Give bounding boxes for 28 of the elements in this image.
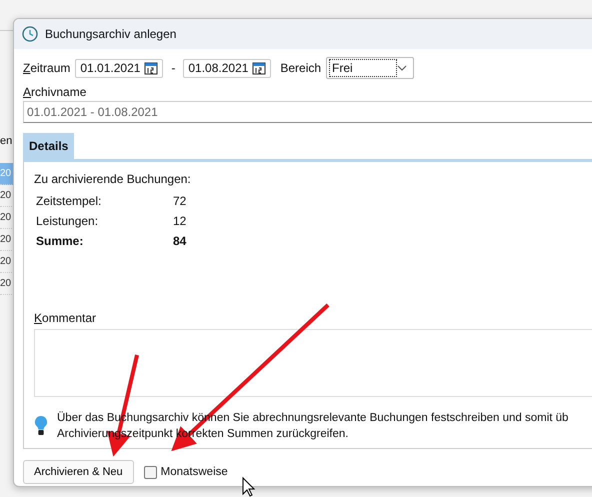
lightbulb-icon bbox=[34, 415, 48, 437]
bereich-dropdown[interactable]: Frei bbox=[326, 57, 414, 79]
column-label: en bbox=[0, 135, 14, 147]
count-value: 84 bbox=[173, 234, 186, 248]
archivname-label: Archivname bbox=[23, 85, 88, 99]
date-field[interactable]: 01.01.2021 bbox=[75, 58, 164, 78]
range-separator: - bbox=[171, 61, 176, 75]
chevron-down-icon[interactable] bbox=[397, 65, 408, 71]
kommentar-label: Kommentar bbox=[34, 311, 98, 325]
kommentar-field[interactable] bbox=[34, 329, 592, 397]
zeitraum-label: Zeitraum bbox=[23, 61, 70, 75]
count-value: 72 bbox=[173, 194, 186, 208]
checkbox[interactable] bbox=[144, 466, 157, 478]
calendar-icon[interactable] bbox=[252, 61, 266, 75]
calendar-icon[interactable] bbox=[144, 61, 158, 75]
monatsweise-label: Monatsweise bbox=[160, 466, 228, 478]
details-heading: Zu archivierende Buchungen: bbox=[34, 172, 192, 186]
count-value: 12 bbox=[173, 214, 186, 228]
date-field[interactable]: 01.08.2021 bbox=[183, 58, 272, 78]
count-label: Leistungen: bbox=[36, 214, 100, 228]
window-title: Buchungsarchiv anlegen bbox=[45, 27, 176, 41]
clock-icon bbox=[22, 26, 38, 42]
count-label: Zeitstempel: bbox=[36, 194, 102, 208]
archivname-field[interactable]: 01.01.2021 - 01.08.2021 bbox=[23, 101, 592, 123]
archivieren-button[interactable]: Archivieren & Neu bbox=[23, 460, 134, 484]
count-label: Summe: bbox=[36, 234, 84, 248]
bereich-label: Bereich bbox=[280, 61, 322, 75]
details-tab[interactable]: Details bbox=[23, 133, 74, 159]
